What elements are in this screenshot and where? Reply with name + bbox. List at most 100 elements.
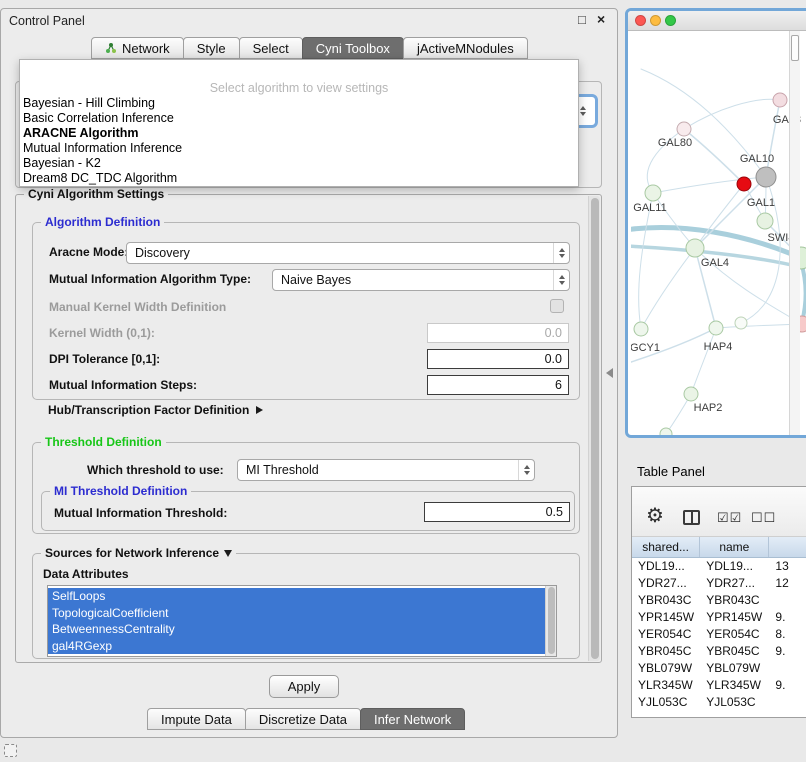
column-header-extra[interactable]	[769, 537, 806, 557]
network-node-hap4[interactable]	[709, 321, 723, 335]
tab-cyni-toolbox[interactable]: Cyni Toolbox	[302, 37, 404, 59]
window-minimize-button[interactable]	[650, 15, 661, 26]
attribute-item-gal4rgexp[interactable]: gal4RGexp	[48, 638, 545, 655]
algorithm-option-aracne-algorithm[interactable]: ARACNE Algorithm	[20, 126, 578, 141]
tab-jactivemnodules[interactable]: jActiveMNodules	[403, 37, 528, 59]
algorithm-placeholder: Select algorithm to view settings	[20, 81, 578, 96]
apply-button[interactable]: Apply	[269, 675, 339, 698]
which-threshold-label: Which threshold to use:	[87, 463, 224, 477]
algorithm-option-basic-correlation-inference[interactable]: Basic Correlation Inference	[20, 111, 578, 126]
network-node-gal1[interactable]	[757, 213, 773, 229]
algorithm-option-bayesian-k2[interactable]: Bayesian - K2	[20, 156, 578, 171]
network-node-gcy1[interactable]	[634, 322, 648, 336]
table-row[interactable]: YDR27...YDR27...12	[632, 575, 806, 592]
manual-kernel-checkbox[interactable]	[550, 299, 564, 313]
table-row[interactable]: YPR145WYPR145W9.	[632, 609, 806, 626]
attributes-scrollbar[interactable]	[545, 586, 556, 656]
algorithm-option-bayesian-hill-climbing[interactable]: Bayesian - Hill Climbing	[20, 96, 578, 111]
tab-impute-data[interactable]: Impute Data	[147, 708, 246, 730]
column-header-shared[interactable]: shared...	[632, 537, 700, 557]
mi-algorithm-type-select[interactable]: Naive Bayes	[272, 269, 570, 291]
network-scrollbar[interactable]	[789, 31, 800, 435]
table-row[interactable]: YBR045CYBR045C9.	[632, 643, 806, 660]
algorithm-option-dream8-dc-tdc-algorithm[interactable]: Dream8 DC_TDC Algorithm	[20, 171, 578, 186]
network-edge[interactable]	[684, 129, 744, 184]
mi-threshold-field[interactable]	[424, 502, 570, 522]
control-panel-window: Control Panel □ × NetworkStyleSelectCyni…	[0, 8, 618, 738]
aracne-mode-select[interactable]: Discovery	[126, 242, 570, 264]
network-node-small-node[interactable]	[660, 428, 672, 438]
attribute-item-selfloops[interactable]: SelfLoops	[48, 588, 545, 605]
scrollbar-thumb[interactable]	[791, 35, 799, 61]
mi-steps-label: Mutual Information Steps:	[49, 378, 197, 392]
tab-select[interactable]: Select	[239, 37, 303, 59]
table-row[interactable]: YBR043CYBR043C	[632, 592, 806, 609]
select-all-icon[interactable]: ☑☑	[717, 510, 742, 526]
network-graph[interactable]: GAL8GAL80GAL10GAL11GAL1SWI4GAL4GCY1HAP4Y…	[631, 34, 806, 438]
window-close-button[interactable]	[635, 15, 646, 26]
node-label-gal1: GAL1	[747, 197, 775, 209]
table-body: YDL19...YDL19...13YDR27...YDR27...12YBR0…	[632, 558, 806, 711]
splitter-collapse-icon[interactable]	[606, 368, 613, 378]
tab-infer-network[interactable]: Infer Network	[360, 708, 465, 730]
close-icon[interactable]: ×	[597, 11, 605, 27]
table-row[interactable]: YLR345WYLR345W9.	[632, 677, 806, 694]
attribute-item-topologicalcoefficient[interactable]: TopologicalCoefficient	[48, 605, 545, 622]
mi-threshold-title: MI Threshold Definition	[50, 484, 191, 498]
table-cell: YER054C	[632, 626, 700, 643]
table-row[interactable]: YDL19...YDL19...13	[632, 558, 806, 575]
network-node-gal10[interactable]	[756, 167, 776, 187]
tab-style[interactable]: Style	[183, 37, 240, 59]
gear-icon[interactable]: ⚙	[646, 506, 664, 526]
dpi-tolerance-field[interactable]	[427, 349, 569, 369]
network-node-hap2[interactable]	[684, 387, 698, 401]
kernel-width-label: Kernel Width (0,1):	[49, 326, 155, 340]
float-window-icon[interactable]: □	[578, 12, 586, 27]
network-node-gal8[interactable]	[773, 93, 787, 107]
settings-scrollbar[interactable]	[588, 196, 600, 661]
column-header-name[interactable]: name	[700, 537, 769, 557]
network-node-white-node[interactable]	[735, 317, 747, 329]
network-window-titlebar[interactable]	[628, 11, 806, 31]
control-panel-tabs: NetworkStyleSelectCyni ToolboxjActiveMNo…	[91, 37, 527, 59]
table-row[interactable]: YER054CYER054C8.	[632, 626, 806, 643]
attribute-item-betweennesscentrality[interactable]: BetweennessCentrality	[48, 621, 545, 638]
network-edge[interactable]	[766, 100, 780, 177]
tab-discretize-data[interactable]: Discretize Data	[245, 708, 361, 730]
table-panel-title: Table Panel	[637, 464, 705, 479]
algorithm-definition-title: Algorithm Definition	[41, 215, 164, 229]
table-row[interactable]: YBL079WYBL079W	[632, 660, 806, 677]
hub-definition-section[interactable]: Hub/Transcription Factor Definition	[48, 403, 263, 417]
network-node-gal11[interactable]	[645, 185, 661, 201]
node-label-hap4: HAP4	[704, 341, 733, 353]
table-row[interactable]: YJL053CYJL053C	[632, 694, 806, 711]
algorithm-option-mutual-information-inference[interactable]: Mutual Information Inference	[20, 141, 578, 156]
network-node-red-node[interactable]	[737, 177, 751, 191]
node-label-gal10: GAL10	[740, 153, 774, 165]
table-cell: YLR345W	[700, 677, 769, 694]
network-edge[interactable]	[801, 262, 806, 322]
mi-steps-field[interactable]	[427, 375, 569, 395]
network-node-gal80[interactable]	[677, 122, 691, 136]
network-node-gal4[interactable]	[686, 239, 704, 257]
corner-grip-icon[interactable]	[4, 744, 17, 757]
combo-stepper-icon	[553, 243, 569, 263]
panel-title: Control Panel	[9, 14, 85, 28]
table-cell: YBR045C	[700, 643, 769, 660]
table-cell: YBR043C	[632, 592, 700, 609]
threshold-definition-group: Threshold Definition Which threshold to …	[32, 442, 580, 534]
column-chooser-icon[interactable]	[683, 510, 700, 525]
deselect-all-icon[interactable]: ☐☐	[751, 510, 776, 526]
network-edge[interactable]	[641, 248, 695, 329]
window-zoom-button[interactable]	[665, 15, 676, 26]
which-threshold-select[interactable]: MI Threshold	[237, 459, 535, 481]
mi-threshold-label: Mutual Information Threshold:	[54, 506, 227, 520]
aracne-mode-label: Aracne Mode:	[49, 245, 128, 259]
tab-network[interactable]: Network	[91, 37, 184, 59]
sources-title[interactable]: Sources for Network Inference	[41, 546, 236, 560]
table-cell: YER054C	[700, 626, 769, 643]
scrollbar-thumb[interactable]	[548, 587, 555, 654]
desktop: Control Panel □ × NetworkStyleSelectCyni…	[0, 0, 806, 762]
kernel-width-field[interactable]	[427, 323, 569, 343]
scrollbar-thumb[interactable]	[591, 198, 599, 659]
